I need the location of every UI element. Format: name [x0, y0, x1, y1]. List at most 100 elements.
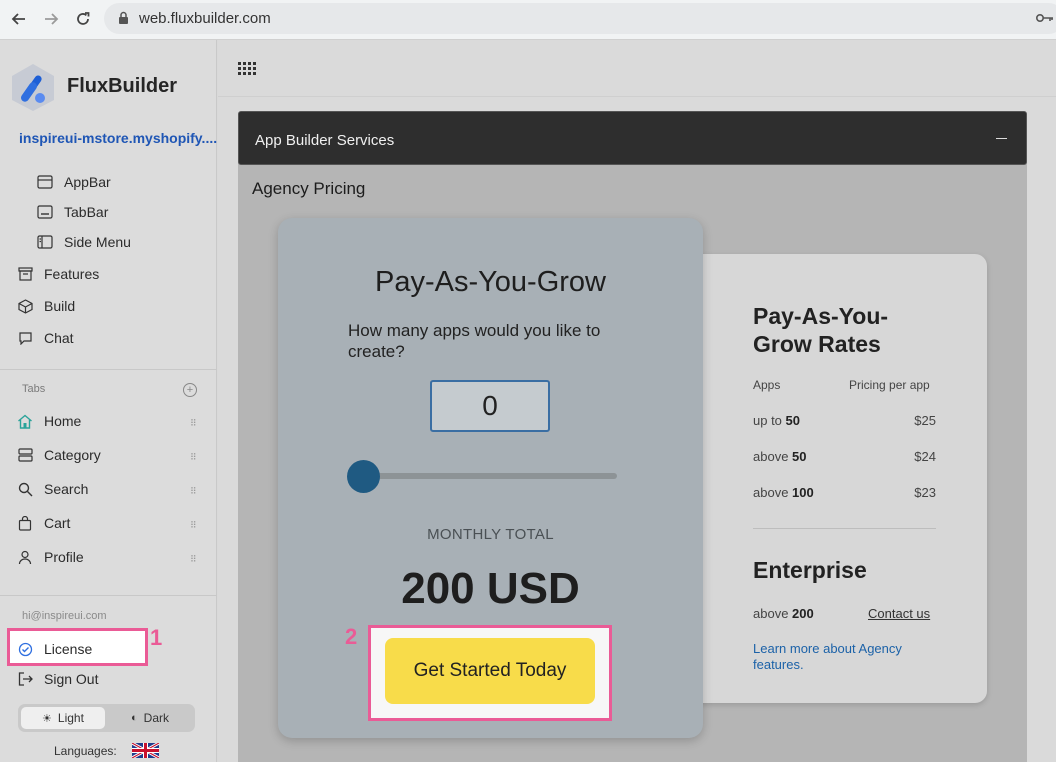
- sidebar-item-features[interactable]: Features: [16, 261, 99, 287]
- rate-qty: 50: [785, 413, 801, 428]
- sidebar-item-label: Features: [44, 266, 100, 282]
- sidebar-item-chat[interactable]: Chat: [16, 325, 74, 351]
- rate-prefix: above: [753, 449, 789, 464]
- sidebar-item-cart[interactable]: Cart: [16, 510, 70, 536]
- dark-theme-button[interactable]: ◐ Dark: [108, 707, 192, 729]
- sidebar: FluxBuilder inspireui-mstore.myshopify..…: [0, 40, 217, 762]
- col-header-apps: Apps: [753, 378, 781, 392]
- sidebar-divider: [0, 369, 217, 370]
- sidebar-item-side-menu[interactable]: Side Menu: [36, 229, 131, 255]
- section-title: Agency Pricing: [252, 179, 366, 198]
- sidebar-item-label: Cart: [44, 515, 71, 531]
- search-icon: [16, 480, 34, 498]
- rate-prefix: up to: [753, 413, 782, 428]
- main-content: App Builder Services Agency Pricing Pay-…: [218, 40, 1056, 762]
- monthly-total-label: MONTHLY TOTAL: [427, 526, 554, 543]
- cart-icon: [16, 514, 34, 532]
- sidebar-item-license[interactable]: License: [16, 636, 92, 662]
- rate-price: $23: [914, 485, 936, 500]
- rate-price: $24: [914, 449, 936, 464]
- forward-icon[interactable]: [40, 8, 62, 30]
- sidebar-item-label: Profile: [44, 549, 84, 565]
- get-started-button[interactable]: Get Started Today: [385, 638, 595, 704]
- drag-handle-icon[interactable]: ⠿: [190, 452, 198, 462]
- rates-title: Pay-As-You-Grow Rates: [753, 303, 889, 357]
- rates-card: Pay-As-You-Grow Rates Apps Pricing per a…: [685, 254, 987, 703]
- browser-toolbar: web.fluxbuilder.com: [0, 0, 1056, 40]
- drag-handle-icon[interactable]: ⠿: [190, 486, 198, 496]
- rate-row: above 100 $23: [753, 485, 936, 500]
- collapse-icon[interactable]: [996, 138, 1007, 139]
- sidebar-item-tabbar[interactable]: TabBar: [36, 199, 108, 225]
- sidebar-item-home[interactable]: Home: [16, 408, 81, 434]
- services-panel: App Builder Services Agency Pricing Pay-…: [238, 111, 1027, 762]
- sidebar-item-build[interactable]: Build: [16, 293, 75, 319]
- sidebar-item-label: Category: [44, 447, 101, 463]
- panel-header[interactable]: App Builder Services: [238, 111, 1027, 165]
- rate-row: up to 50 $25: [753, 413, 936, 428]
- sidebar-item-label: Home: [44, 413, 82, 429]
- sidebar-item-label: TabBar: [64, 204, 109, 220]
- apps-grid-icon[interactable]: [238, 62, 256, 80]
- enterprise-row: above 200: [753, 606, 863, 621]
- sidebar-divider: [0, 595, 217, 596]
- rate-row: above 50 $24: [753, 449, 936, 464]
- sidebar-item-label: AppBar: [64, 174, 111, 190]
- url-text: web.fluxbuilder.com: [139, 10, 271, 27]
- reload-icon[interactable]: [72, 8, 94, 30]
- add-tab-icon[interactable]: +: [183, 383, 197, 397]
- sidebar-item-profile[interactable]: Profile: [16, 544, 84, 570]
- sidebar-item-signout[interactable]: Sign Out: [16, 666, 98, 692]
- fluxbuilder-logo-icon: [10, 62, 56, 112]
- sign-out-icon: [16, 670, 34, 688]
- key-icon[interactable]: [1035, 11, 1054, 29]
- build-icon: [16, 297, 34, 315]
- lock-icon: [118, 11, 129, 30]
- drag-handle-icon[interactable]: ⠿: [190, 418, 198, 428]
- contact-us-link[interactable]: Contact us: [868, 606, 930, 621]
- uk-flag-icon[interactable]: [132, 743, 159, 758]
- enterprise-prefix: above: [753, 606, 789, 621]
- rates-divider: [753, 528, 936, 529]
- sidebar-item-category[interactable]: Category: [16, 442, 101, 468]
- learn-more-link[interactable]: Learn more about Agency features.: [753, 641, 933, 673]
- col-header-price: Pricing per app: [849, 378, 930, 392]
- annotation-number-2: 2: [345, 624, 358, 649]
- rate-prefix: above: [753, 485, 789, 500]
- rate-price: $25: [914, 413, 936, 428]
- app-count-input[interactable]: 0: [430, 380, 550, 432]
- languages-label: Languages:: [54, 744, 117, 758]
- panel-title: App Builder Services: [255, 132, 395, 149]
- user-email: hi@inspireui.com: [22, 610, 107, 622]
- apps-slider-track[interactable]: [348, 473, 617, 479]
- address-bar[interactable]: web.fluxbuilder.com: [104, 3, 1056, 34]
- drag-handle-icon[interactable]: ⠿: [190, 554, 198, 564]
- drag-handle-icon[interactable]: ⠿: [190, 520, 198, 530]
- chat-icon: [16, 329, 34, 347]
- sidebar-item-label: Sign Out: [44, 671, 99, 687]
- sidebar-item-appbar[interactable]: AppBar: [36, 169, 111, 195]
- sidebar-item-label: Side Menu: [64, 234, 131, 250]
- tabs-section-title: Tabs: [22, 383, 46, 395]
- top-bar: [218, 40, 1056, 97]
- sidebar-item-label: Chat: [44, 330, 74, 346]
- tabbar-icon: [36, 203, 54, 221]
- annotation-number-1: 1: [150, 625, 163, 650]
- store-link[interactable]: inspireui-mstore.myshopify....: [19, 130, 217, 146]
- sun-icon: ☀: [42, 712, 52, 725]
- brand-name: FluxBuilder: [67, 75, 178, 97]
- sidebar-item-search[interactable]: Search: [16, 476, 88, 502]
- apps-slider-thumb[interactable]: [347, 460, 380, 493]
- back-icon[interactable]: [8, 8, 30, 30]
- monthly-total-value: 200 USD: [401, 564, 580, 613]
- sidebar-item-label: License: [44, 641, 93, 657]
- enterprise-title: Enterprise: [753, 557, 867, 583]
- rate-qty: 50: [792, 449, 807, 464]
- theme-toggle: ☀ Light ◐ Dark: [18, 704, 195, 732]
- features-icon: [16, 265, 34, 283]
- verified-icon: [16, 640, 34, 658]
- apps-question: How many apps would you like to create?: [348, 321, 601, 361]
- sidebar-item-label: Search: [44, 481, 89, 497]
- light-theme-button[interactable]: ☀ Light: [21, 707, 105, 729]
- grow-title: Pay-As-You-Grow: [374, 266, 606, 298]
